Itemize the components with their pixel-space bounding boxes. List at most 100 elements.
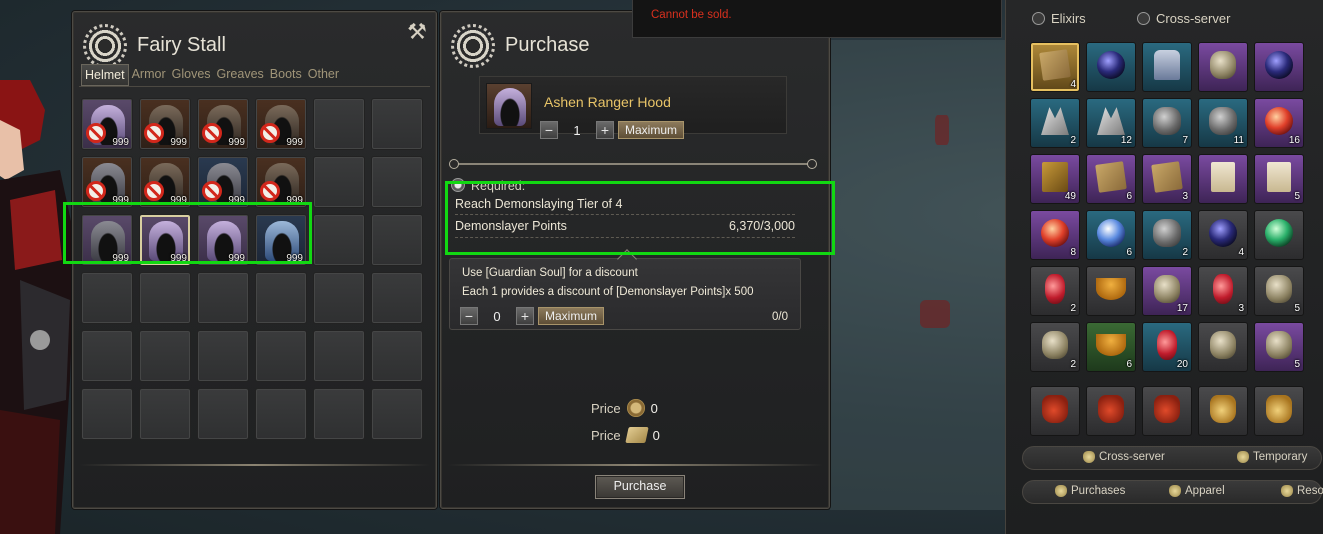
radio-icon[interactable] [1032, 12, 1045, 25]
stall-item-slot[interactable]: 999 [139, 156, 191, 208]
inventory-slot[interactable]: 2 [1030, 322, 1080, 372]
inventory-slot[interactable] [1142, 42, 1192, 92]
tab-helmet[interactable]: Helmet [81, 64, 129, 86]
tab-boots[interactable]: Boots [267, 64, 305, 86]
empty-slot[interactable] [313, 98, 365, 150]
empty-slot[interactable] [255, 388, 307, 440]
inventory-slot[interactable]: 5 [1254, 322, 1304, 372]
stall-item-slot[interactable]: 999 [255, 98, 307, 150]
stall-item-slot[interactable]: 999 [139, 98, 191, 150]
bag-tab-apparel[interactable]: Apparel [1169, 485, 1225, 497]
empty-slot[interactable] [139, 330, 191, 382]
empty-slot[interactable] [371, 330, 423, 382]
inventory-slot[interactable]: 2 [1142, 210, 1192, 260]
bag-tab-temporary[interactable]: Temporary [1237, 451, 1307, 463]
inventory-slot[interactable]: 5 [1254, 266, 1304, 316]
empty-slot[interactable] [81, 388, 133, 440]
empty-slot[interactable] [313, 330, 365, 382]
stall-item-slot[interactable]: 999 [255, 156, 307, 208]
discount-quantity[interactable]: 0 [478, 309, 516, 324]
bag-slot[interactable] [1254, 386, 1304, 436]
inventory-slot[interactable] [1254, 42, 1304, 92]
inventory-slot[interactable] [1198, 322, 1248, 372]
discount-maximum-button[interactable]: Maximum [538, 307, 605, 325]
quantity-slider[interactable] [453, 163, 813, 165]
inventory-slot[interactable] [1086, 266, 1136, 316]
tools-icon[interactable]: ⚒ [405, 20, 429, 44]
stall-item-slot[interactable]: 999 [197, 98, 249, 150]
empty-slot[interactable] [313, 156, 365, 208]
inventory-slot[interactable]: 8 [1030, 210, 1080, 260]
stall-item-slot[interactable]: 999 [197, 214, 249, 266]
empty-slot[interactable] [313, 388, 365, 440]
inventory-slot[interactable] [1198, 154, 1248, 204]
item-hood-icon[interactable] [486, 83, 532, 129]
bag-tab-cross-server[interactable]: Cross-server [1083, 451, 1165, 463]
quantity-value[interactable]: 1 [558, 123, 596, 138]
stall-item-slot[interactable]: 999 [197, 156, 249, 208]
empty-slot[interactable] [81, 330, 133, 382]
required-radio[interactable] [451, 178, 465, 192]
stall-item-slot[interactable]: 999 [81, 98, 133, 150]
inventory-slot[interactable]: 7 [1142, 98, 1192, 148]
stall-item-slot[interactable]: 999 [255, 214, 307, 266]
inventory-slot[interactable]: 3 [1198, 266, 1248, 316]
inventory-slot[interactable]: 17 [1142, 266, 1192, 316]
inventory-slot[interactable]: 2 [1030, 266, 1080, 316]
slider-handle-left[interactable] [449, 159, 459, 169]
inventory-slot[interactable]: 12 [1086, 98, 1136, 148]
empty-slot[interactable] [313, 214, 365, 266]
empty-slot[interactable] [255, 330, 307, 382]
decrease-button[interactable]: − [540, 121, 558, 139]
filter-elixirs[interactable]: Elixirs [1032, 11, 1086, 26]
inventory-slot[interactable]: 3 [1142, 154, 1192, 204]
tab-greaves[interactable]: Greaves [214, 64, 267, 86]
inventory-slot[interactable]: 6 [1086, 154, 1136, 204]
inventory-slot[interactable]: 5 [1254, 154, 1304, 204]
maximum-button[interactable]: Maximum [618, 121, 685, 139]
inventory-slot[interactable]: 16 [1254, 98, 1304, 148]
empty-slot[interactable] [197, 272, 249, 324]
bag-tab-reso[interactable]: Reso [1281, 485, 1323, 497]
purchase-button[interactable]: Purchase [595, 475, 685, 499]
bag-slot[interactable] [1198, 386, 1248, 436]
stall-item-slot[interactable]: 999 [139, 214, 191, 266]
bag-slot[interactable] [1142, 386, 1192, 436]
empty-slot[interactable] [371, 272, 423, 324]
inventory-slot[interactable]: 4 [1030, 42, 1080, 92]
tab-other[interactable]: Other [305, 64, 342, 86]
empty-slot[interactable] [371, 214, 423, 266]
inventory-slot[interactable] [1198, 42, 1248, 92]
tab-armor[interactable]: Armor [129, 64, 169, 86]
discount-decrease-button[interactable]: − [460, 307, 478, 325]
bag-slot[interactable] [1086, 386, 1136, 436]
slider-handle-right[interactable] [807, 159, 817, 169]
bag-slot[interactable] [1030, 386, 1080, 436]
empty-slot[interactable] [371, 156, 423, 208]
inventory-slot[interactable]: 49 [1030, 154, 1080, 204]
inventory-slot[interactable] [1254, 210, 1304, 260]
empty-slot[interactable] [255, 272, 307, 324]
inventory-slot[interactable]: 20 [1142, 322, 1192, 372]
radio-icon[interactable] [1137, 12, 1150, 25]
empty-slot[interactable] [371, 388, 423, 440]
empty-slot[interactable] [371, 98, 423, 150]
empty-slot[interactable] [313, 272, 365, 324]
inventory-slot[interactable] [1086, 42, 1136, 92]
discount-increase-button[interactable]: + [516, 307, 534, 325]
inventory-slot[interactable]: 6 [1086, 210, 1136, 260]
bag-tab-purchases[interactable]: Purchases [1055, 485, 1125, 497]
inventory-slot[interactable]: 6 [1086, 322, 1136, 372]
tab-gloves[interactable]: Gloves [169, 64, 214, 86]
empty-slot[interactable] [81, 272, 133, 324]
empty-slot[interactable] [139, 388, 191, 440]
empty-slot[interactable] [197, 388, 249, 440]
stall-item-slot[interactable]: 999 [81, 156, 133, 208]
stall-item-slot[interactable]: 999 [81, 214, 133, 266]
empty-slot[interactable] [139, 272, 191, 324]
inventory-slot[interactable]: 4 [1198, 210, 1248, 260]
filter-cross-server[interactable]: Cross-server [1137, 11, 1230, 26]
increase-button[interactable]: + [596, 121, 614, 139]
inventory-slot[interactable]: 2 [1030, 98, 1080, 148]
empty-slot[interactable] [197, 330, 249, 382]
